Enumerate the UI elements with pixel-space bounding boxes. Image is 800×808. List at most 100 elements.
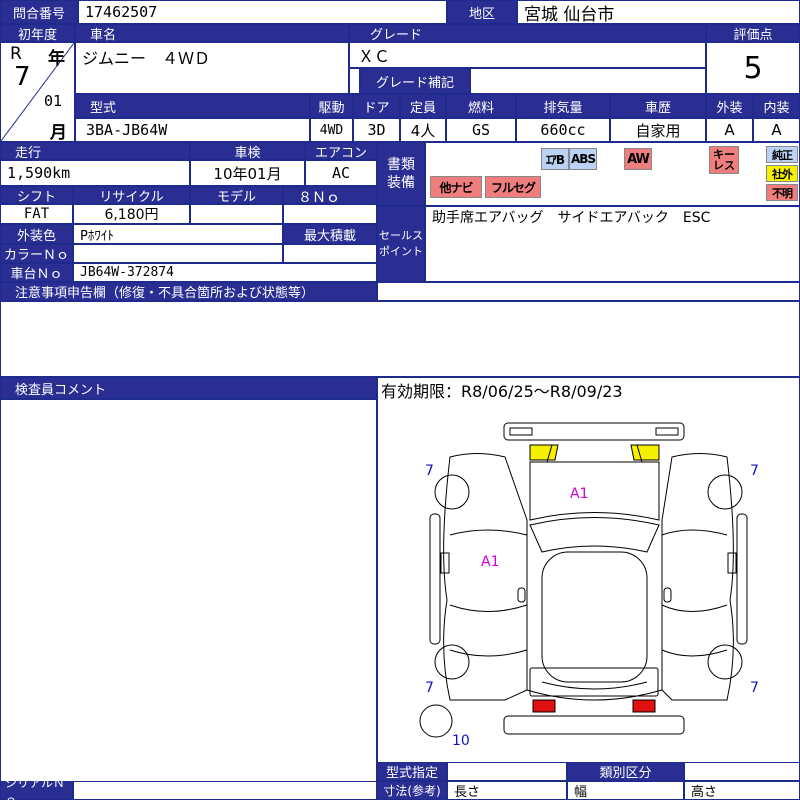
sales-point-label-text: セールスポイント <box>379 229 423 258</box>
tire-rear-left <box>434 644 470 680</box>
score-label: 評価点 <box>706 24 800 43</box>
left-headlamp <box>529 444 559 461</box>
mark-tire-rear-right: 7 <box>750 680 759 696</box>
validity-text: 有効期限：R8/06/25～R8/09/23 <box>381 382 623 401</box>
rear-bumper <box>503 715 685 735</box>
hood-panel <box>529 461 660 521</box>
spare-tire <box>419 704 453 738</box>
front-bumper <box>503 422 685 441</box>
model-type-value: 3BA-JB64W <box>75 118 310 142</box>
chassis-no-label: 車台Ｎｏ <box>0 263 73 282</box>
exterior-grade-value: A <box>706 118 753 142</box>
drive-label: 駆動 <box>310 94 353 118</box>
month-value: 01 <box>44 92 63 110</box>
exterior-color-label: 外装色 <box>0 224 73 244</box>
windshield <box>529 517 660 553</box>
model-no-text: ８Ｎｏ <box>298 190 340 206</box>
max-load-label: 最大積載 <box>283 224 377 244</box>
car-diagram: A1 A1 7 7 7 7 10 <box>419 422 759 749</box>
genuine-tag: 純正 <box>766 146 798 163</box>
model-value <box>190 204 283 224</box>
displacement-value: 660cc <box>516 118 610 142</box>
model-type-label: 型式 <box>75 94 310 118</box>
interior-label: 内装 <box>753 94 800 118</box>
rear-window <box>541 681 648 690</box>
mark-tire-front-left: 7 <box>425 463 434 479</box>
year-label: 年 <box>48 49 65 69</box>
grade-left-gap <box>349 68 360 94</box>
tire-front-left <box>434 474 470 510</box>
tire-rear-right <box>707 644 743 680</box>
abs-tag: ABS <box>569 148 597 170</box>
car-name-label: 車名 <box>75 24 349 43</box>
mark-tire-front-right: 7 <box>750 463 759 479</box>
capacity-value: 4人 <box>400 118 446 142</box>
equipment-label-text: 書類装備 <box>387 157 415 191</box>
inspector-comment-label: 検査員コメント <box>0 377 377 399</box>
region-value: 宮城 仙台市 <box>517 0 800 24</box>
serial-no-label: シリアルＮｏ <box>0 776 73 807</box>
airbag-tag: ｴｱB <box>541 148 569 170</box>
grade-supplement-value <box>470 68 706 94</box>
month-label: 月 <box>50 123 67 143</box>
era-value: R <box>10 44 22 64</box>
grade-value: ＸＣ <box>349 42 706 68</box>
tire-front-right <box>707 474 743 510</box>
other-navi-tag: 他ナビ <box>430 176 482 198</box>
length-label: 長さ <box>447 781 567 800</box>
inspection-label: 車検 <box>190 142 305 161</box>
inspector-comment-body <box>0 399 377 782</box>
grade-label: グレード <box>349 24 706 43</box>
color-no-label: カラーＮｏ <box>0 244 73 263</box>
aircon-label: エアコン <box>305 142 377 161</box>
car-history-value: 自家用 <box>610 118 706 142</box>
doors-value: 3D <box>353 118 400 142</box>
recycle-label: リサイクル <box>73 186 190 205</box>
full-seg-tag: フルセグ <box>485 176 541 198</box>
notes-body <box>0 301 800 377</box>
inquiry-no-label: 問合番号 <box>0 0 78 24</box>
aftermarket-tag: 社外 <box>766 165 798 182</box>
right-headlamp <box>630 444 660 461</box>
type-designation-value <box>447 762 567 781</box>
color-no-value <box>73 244 283 263</box>
mark-spare-tire: 10 <box>452 733 470 749</box>
recycle-value: 6,180円 <box>73 204 190 224</box>
interior-grade-value: A <box>753 118 800 142</box>
mark-tire-rear-left: 7 <box>425 680 434 696</box>
serial-no-value <box>73 781 377 800</box>
notes-header: 注意事項申告欄（修復・不具合箇所および状態等） <box>0 282 377 301</box>
shift-value: FAT <box>0 204 73 224</box>
notes-header-right <box>377 282 800 301</box>
unknown-tag: 不明 <box>766 184 798 201</box>
displacement-label: 排気量 <box>516 94 610 118</box>
exterior-color-value: Pﾎﾜｲﾄ <box>73 224 283 244</box>
inspection-value: 10年01月 <box>190 160 305 186</box>
first-reg-label: 初年度 <box>0 24 75 43</box>
keyless-tag: キーレス <box>709 146 739 174</box>
right-taillamp <box>632 699 656 713</box>
mark-hood: A1 <box>570 486 588 502</box>
height-label: 高さ <box>684 781 800 800</box>
equipment-label: 書類装備 <box>377 142 425 206</box>
width-label: 幅 <box>567 781 684 800</box>
keyless-tag-text: キーレス <box>713 148 735 172</box>
sales-point-value: 助手席エアバッグ サイドエアバック ESC <box>432 210 711 226</box>
shift-label: シフト <box>0 186 73 205</box>
type-designation-label: 型式指定 <box>377 762 447 781</box>
max-load-value <box>283 244 377 263</box>
car-name-value: ジムニー ４ＷＤ <box>75 42 349 94</box>
fuel-label: 燃料 <box>446 94 516 118</box>
sales-point-label: セールスポイント <box>377 206 425 282</box>
exterior-label: 外装 <box>706 94 753 118</box>
category-label: 類別区分 <box>567 762 684 781</box>
mark-left-side: A1 <box>481 554 499 570</box>
model-label: モデル <box>190 186 283 205</box>
fuel-value: GS <box>446 118 516 142</box>
mileage-value: 1,590km <box>0 160 190 186</box>
category-value <box>684 762 800 781</box>
inquiry-no-value: 17462507 <box>78 0 447 24</box>
aircon-value: AC <box>305 160 377 186</box>
grade-supplement-label: グレード補記 <box>360 68 470 94</box>
model-no-value <box>283 204 377 224</box>
